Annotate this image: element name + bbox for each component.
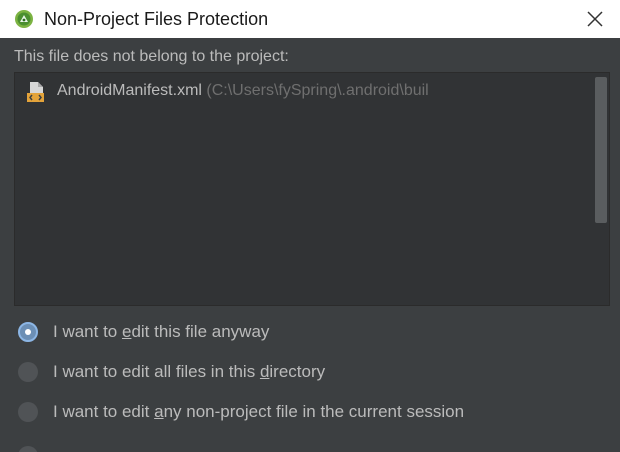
label-text: I want to edit <box>53 402 155 421</box>
file-name-label: AndroidManifest.xml (C:\Users\fySpring\.… <box>57 81 429 101</box>
dialog-message: This file does not belong to the project… <box>14 48 289 65</box>
label-text: irectory <box>269 362 326 381</box>
file-list-item[interactable]: AndroidManifest.xml (C:\Users\fySpring\.… <box>19 79 591 103</box>
close-icon[interactable] <box>580 4 610 34</box>
dialog-title: Non-Project Files Protection <box>44 9 269 29</box>
label-text: I want to <box>53 322 122 341</box>
vertical-scrollbar[interactable] <box>595 77 607 299</box>
label-text: dit this file anyway <box>131 322 270 341</box>
file-name: AndroidManifest.xml <box>57 82 202 99</box>
android-studio-icon <box>15 10 33 28</box>
file-list[interactable]: AndroidManifest.xml (C:\Users\fySpring\.… <box>14 72 610 306</box>
radio-button[interactable] <box>18 402 38 422</box>
radio-button[interactable] <box>18 322 38 342</box>
radio-label[interactable]: I want to edit this file anyway <box>53 321 269 343</box>
title-bar: Non-Project Files Protection <box>0 0 620 38</box>
non-project-files-dialog: Non-Project Files Protection This file d… <box>0 0 620 452</box>
radio-label[interactable]: I want to edit all files in this directo… <box>53 361 325 383</box>
mnemonic-letter: a <box>154 402 164 421</box>
label-text: ny non-project file in the current sessi… <box>163 402 465 421</box>
mnemonic-letter: d <box>259 362 270 381</box>
label-text: I want to edit all files in this <box>53 362 260 381</box>
radio-label[interactable]: I want to edit any non-project file in t… <box>53 401 464 423</box>
radio-button[interactable] <box>18 362 38 382</box>
xml-file-icon <box>27 82 44 102</box>
radio-button-partial[interactable] <box>18 446 38 452</box>
scrollbar-thumb[interactable] <box>595 77 607 223</box>
file-path: (C:\Users\fySpring\.android\buil <box>206 82 429 99</box>
